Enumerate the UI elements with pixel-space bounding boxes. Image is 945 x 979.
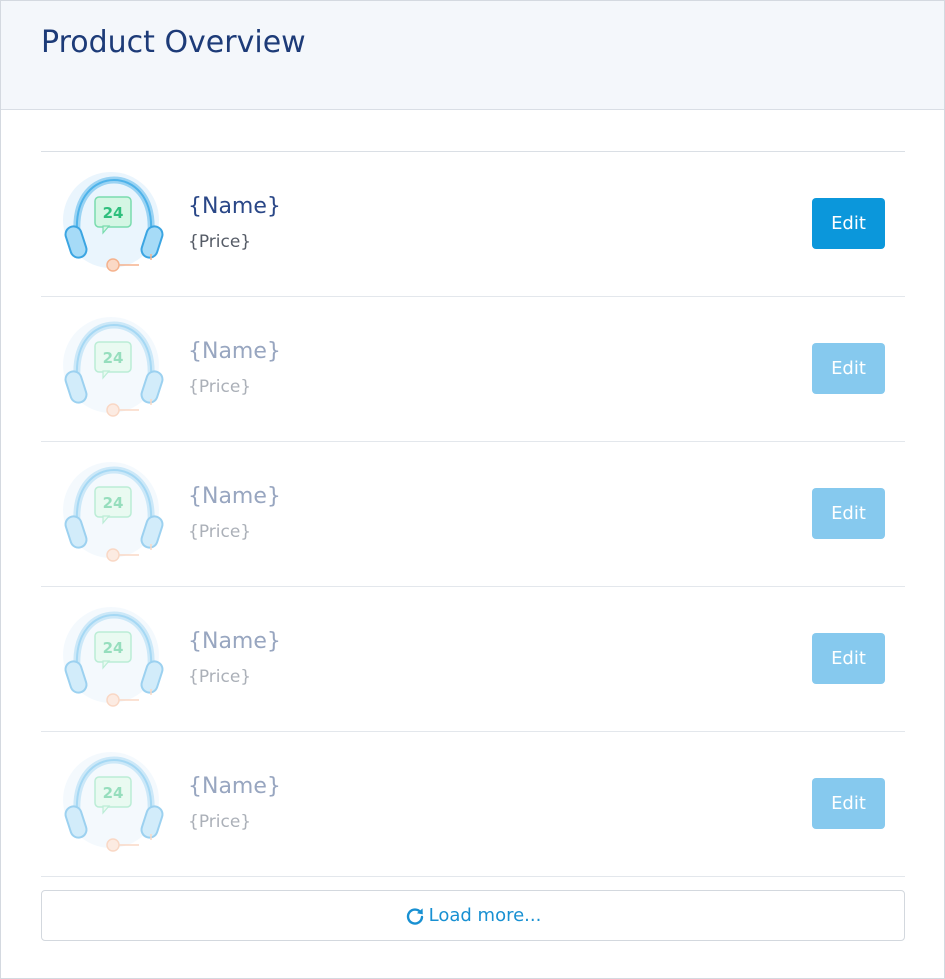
- edit-button[interactable]: Edit: [812, 488, 885, 539]
- product-price: {Price}: [188, 812, 252, 832]
- headset-support-icon: 24: [59, 460, 169, 570]
- load-more-button[interactable]: Load more...: [41, 890, 905, 941]
- edit-button[interactable]: Edit: [812, 198, 885, 249]
- panel-header: Product Overview: [1, 1, 944, 110]
- product-overview-panel: Product Overview 24 {Name} {Price} Edit …: [0, 0, 945, 979]
- headset-support-icon: 24: [59, 170, 169, 280]
- product-name: {Name}: [188, 484, 281, 509]
- product-row: 24 {Name} {Price} Edit: [41, 732, 905, 877]
- product-row: 24 {Name} {Price} Edit: [41, 587, 905, 732]
- product-price: {Price}: [188, 377, 252, 397]
- load-more-label: Load more...: [428, 905, 542, 926]
- edit-button[interactable]: Edit: [812, 343, 885, 394]
- product-price: {Price}: [188, 232, 252, 252]
- svg-text:24: 24: [103, 639, 124, 657]
- product-row: 24 {Name} {Price} Edit: [41, 152, 905, 297]
- product-row: 24 {Name} {Price} Edit: [41, 297, 905, 442]
- headset-support-icon: 24: [59, 315, 169, 425]
- headset-support-icon: 24: [59, 605, 169, 715]
- page-title: Product Overview: [41, 25, 306, 60]
- refresh-icon: [405, 906, 425, 926]
- product-price: {Price}: [188, 522, 252, 542]
- product-list: 24 {Name} {Price} Edit 24 {Name} {Price}…: [41, 151, 905, 877]
- product-name: {Name}: [188, 629, 281, 654]
- svg-text:24: 24: [103, 204, 124, 222]
- product-row: 24 {Name} {Price} Edit: [41, 442, 905, 587]
- product-name: {Name}: [188, 774, 281, 799]
- product-name: {Name}: [188, 339, 281, 364]
- product-name: {Name}: [188, 194, 281, 219]
- svg-text:24: 24: [103, 784, 124, 802]
- svg-text:24: 24: [103, 349, 124, 367]
- edit-button[interactable]: Edit: [812, 778, 885, 829]
- edit-button[interactable]: Edit: [812, 633, 885, 684]
- product-price: {Price}: [188, 667, 252, 687]
- svg-text:24: 24: [103, 494, 124, 512]
- headset-support-icon: 24: [59, 750, 169, 860]
